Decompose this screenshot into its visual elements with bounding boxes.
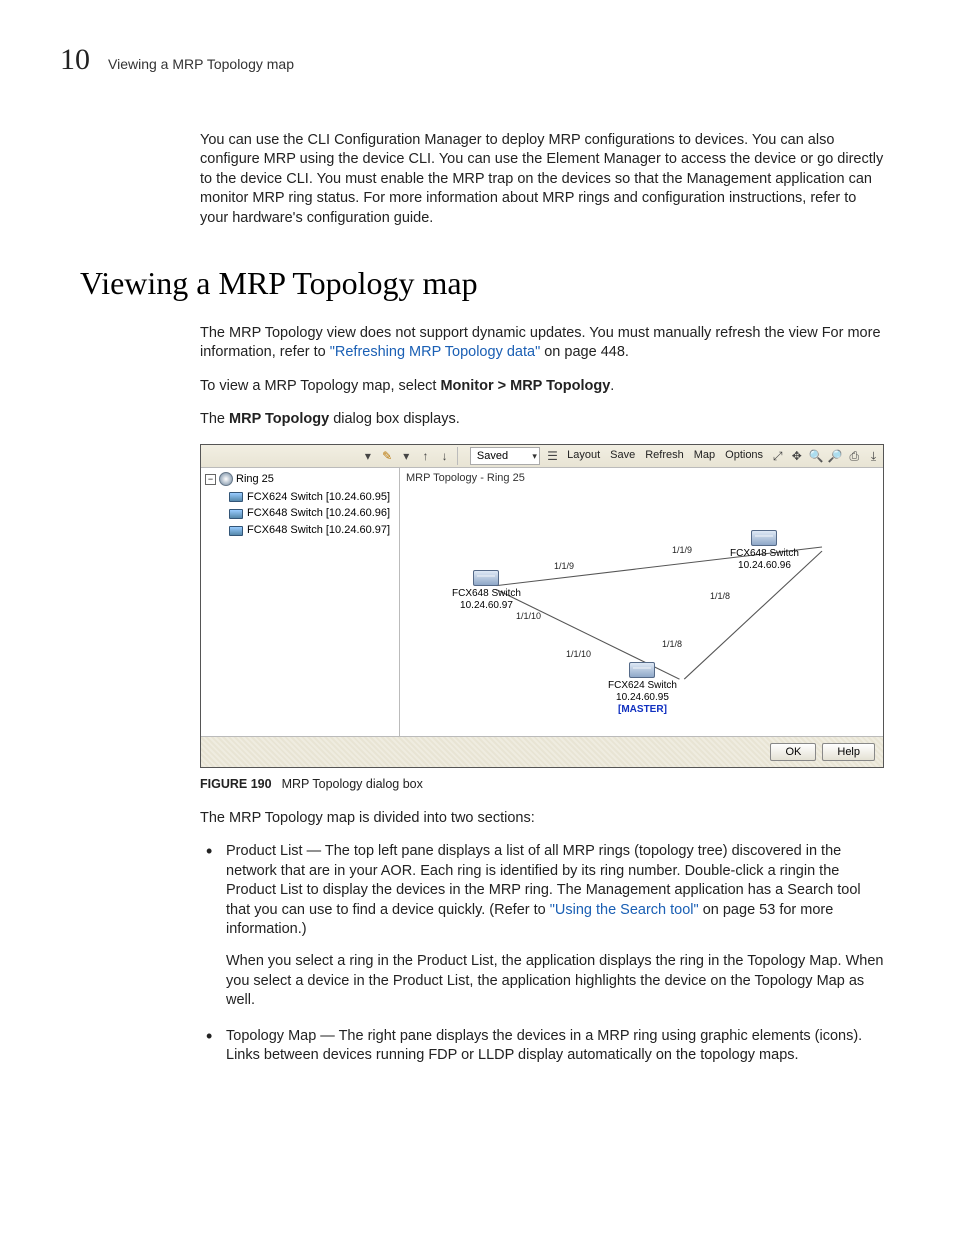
link-refreshing-mrp[interactable]: "Refreshing MRP Topology data" bbox=[330, 344, 540, 360]
edge-label: 1/1/8 bbox=[662, 638, 682, 650]
menu-path: Monitor > MRP Topology bbox=[440, 378, 610, 394]
tree-item-label: FCX648 Switch [10.24.60.97] bbox=[247, 523, 390, 538]
print-icon[interactable]: ⎙ bbox=[846, 447, 863, 465]
zoom-in-icon[interactable]: 🔍 bbox=[807, 447, 824, 465]
fit-icon[interactable]: ⤢ bbox=[769, 447, 786, 465]
device-icon bbox=[229, 509, 243, 519]
filter-icon[interactable]: ☰ bbox=[544, 447, 561, 465]
tree-item[interactable]: FCX648 Switch [10.24.60.97] bbox=[229, 522, 395, 539]
edge-label: 1/1/10 bbox=[516, 610, 541, 622]
saved-dropdown[interactable]: Saved bbox=[470, 447, 540, 465]
layout-button[interactable]: Layout bbox=[563, 446, 604, 466]
breadcrumb: Viewing a MRP Topology map bbox=[108, 55, 294, 74]
list-item: Topology Map — The right pane displays t… bbox=[200, 1027, 884, 1066]
link-search-tool[interactable]: "Using the Search tool" bbox=[550, 902, 699, 918]
text: dialog box displays. bbox=[329, 411, 460, 427]
edge-label: 1/1/8 bbox=[710, 590, 730, 602]
save-button[interactable]: Save bbox=[606, 446, 639, 466]
help-button[interactable]: Help bbox=[822, 743, 875, 761]
down-arrow-icon[interactable]: ↓ bbox=[436, 447, 453, 465]
map-title: MRP Topology - Ring 25 bbox=[400, 468, 883, 489]
paragraph-select: To view a MRP Topology map, select Monit… bbox=[200, 377, 884, 397]
tree-item-label: FCX648 Switch [10.24.60.96] bbox=[247, 506, 390, 521]
tree-item[interactable]: FCX648 Switch [10.24.60.96] bbox=[229, 505, 395, 522]
topology-canvas[interactable]: FCX648 Switch 10.24.60.97 FCX648 Switch … bbox=[404, 488, 879, 732]
paragraph-refresh: The MRP Topology view does not support d… bbox=[200, 324, 884, 363]
dialog-footer: OK Help bbox=[201, 736, 883, 767]
topology-node[interactable]: FCX648 Switch 10.24.60.97 bbox=[452, 570, 521, 612]
node-name: FCX648 Switch bbox=[730, 548, 799, 560]
tree-item-label: FCX624 Switch [10.24.60.95] bbox=[247, 490, 390, 505]
edge-label: 1/1/10 bbox=[566, 648, 591, 660]
topology-map-pane: MRP Topology - Ring 25 FCX648 Switch 10.… bbox=[400, 468, 883, 736]
topology-node[interactable]: FCX624 Switch 10.24.60.95 [MASTER] bbox=[608, 662, 677, 716]
text: on page 448. bbox=[540, 344, 629, 360]
dialog-toolbar: ▾ ✎ ▾ ↑ ↓ Saved ☰ Layout Save Refresh Ma… bbox=[201, 445, 883, 468]
intro-paragraph: You can use the CLI Configuration Manage… bbox=[200, 131, 884, 229]
dialog-body: − Ring 25 FCX624 Switch [10.24.60.95] FC… bbox=[201, 468, 883, 736]
pan-icon[interactable]: ✥ bbox=[788, 447, 805, 465]
master-badge: [MASTER] bbox=[608, 704, 677, 716]
up-arrow-icon[interactable]: ↑ bbox=[417, 447, 434, 465]
mrp-topology-dialog: ▾ ✎ ▾ ↑ ↓ Saved ☰ Layout Save Refresh Ma… bbox=[201, 445, 883, 767]
switch-icon bbox=[473, 570, 499, 586]
node-ip: 10.24.60.96 bbox=[730, 560, 799, 572]
export-icon[interactable]: ⤓ bbox=[865, 447, 882, 465]
ok-button[interactable]: OK bbox=[770, 743, 816, 761]
figure-mrp-dialog: ▾ ✎ ▾ ↑ ↓ Saved ☰ Layout Save Refresh Ma… bbox=[200, 444, 884, 768]
section-list: Product List — The top left pane display… bbox=[200, 842, 884, 1066]
zoom-out-icon[interactable]: 🔎 bbox=[827, 447, 844, 465]
tree-item[interactable]: FCX624 Switch [10.24.60.95] bbox=[229, 489, 395, 506]
node-ip: 10.24.60.95 bbox=[608, 692, 677, 704]
dropdown-icon[interactable]: ▾ bbox=[398, 447, 415, 465]
device-icon bbox=[229, 492, 243, 502]
options-button[interactable]: Options bbox=[721, 446, 767, 466]
section-heading: Viewing a MRP Topology map bbox=[80, 262, 894, 305]
tool-icon[interactable]: ✎ bbox=[379, 447, 396, 465]
map-button[interactable]: Map bbox=[690, 446, 719, 466]
list-item: Product List — The top left pane display… bbox=[200, 842, 884, 1011]
figure-caption: FIGURE 190 MRP Topology dialog box bbox=[200, 776, 884, 793]
node-name: FCX648 Switch bbox=[452, 588, 521, 600]
edge-label: 1/1/9 bbox=[672, 544, 692, 556]
tree-root-label: Ring 25 bbox=[236, 472, 274, 487]
figure-label: FIGURE 190 bbox=[200, 777, 272, 791]
node-name: FCX624 Switch bbox=[608, 680, 677, 692]
text: Topology Map — The right pane displays t… bbox=[226, 1027, 884, 1066]
page-header: 10 Viewing a MRP Topology map bbox=[60, 40, 894, 81]
dialog-name: MRP Topology bbox=[229, 411, 329, 427]
text: The bbox=[200, 411, 229, 427]
ring-icon bbox=[219, 472, 233, 486]
switch-icon bbox=[751, 530, 777, 546]
tree-root[interactable]: − Ring 25 bbox=[205, 472, 395, 487]
figure-caption-text: MRP Topology dialog box bbox=[282, 777, 423, 791]
product-list-pane: − Ring 25 FCX624 Switch [10.24.60.95] FC… bbox=[201, 468, 400, 736]
topology-node[interactable]: FCX648 Switch 10.24.60.96 bbox=[730, 530, 799, 572]
text: When you select a ring in the Product Li… bbox=[226, 952, 884, 1011]
edge-label: 1/1/9 bbox=[554, 560, 574, 572]
after-figure-paragraph: The MRP Topology map is divided into two… bbox=[200, 809, 884, 829]
device-icon bbox=[229, 526, 243, 536]
collapse-icon[interactable]: − bbox=[205, 474, 216, 485]
text: To view a MRP Topology map, select bbox=[200, 378, 440, 394]
paragraph-dialog-displays: The MRP Topology dialog box displays. bbox=[200, 410, 884, 430]
chapter-number: 10 bbox=[60, 40, 90, 81]
dropdown-icon[interactable]: ▾ bbox=[359, 447, 376, 465]
refresh-button[interactable]: Refresh bbox=[641, 446, 688, 466]
text: . bbox=[610, 378, 614, 394]
switch-icon bbox=[629, 662, 655, 678]
node-ip: 10.24.60.97 bbox=[452, 600, 521, 612]
